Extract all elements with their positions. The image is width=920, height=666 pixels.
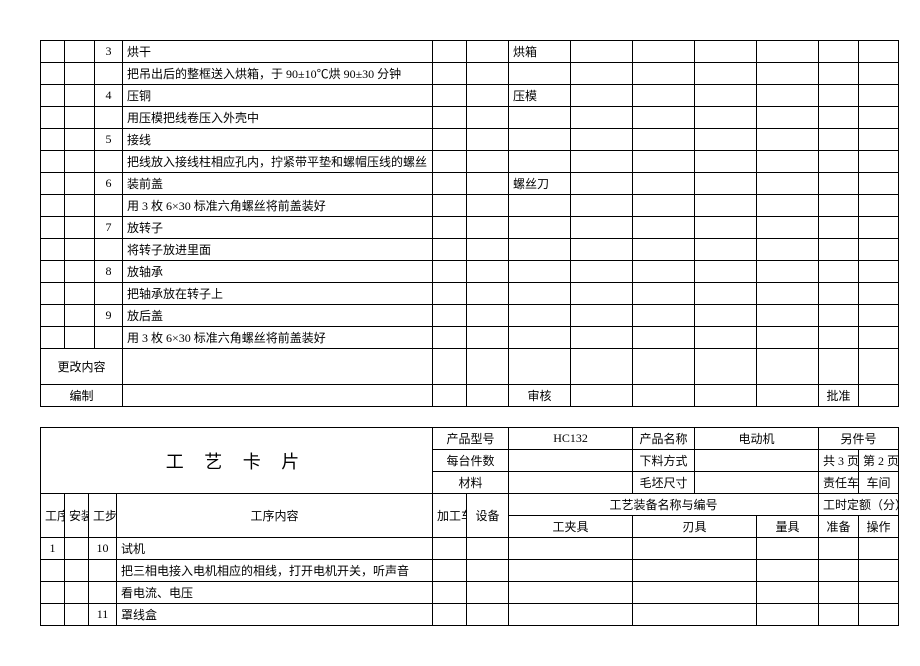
row-desc2: 看电流、电压	[117, 582, 433, 604]
row-seq	[41, 604, 65, 626]
made-by-label: 编制	[41, 385, 123, 407]
approve-label: 批准	[819, 385, 859, 407]
hdr-equip: 设备	[467, 494, 509, 538]
hdr-equip-group: 工艺装备名称与编号	[509, 494, 819, 516]
hdr-resp-workshop: 责任车间	[819, 472, 859, 494]
row-seq: 1	[41, 538, 65, 560]
hdr-page-no: 第 2 页	[859, 450, 899, 472]
hdr-install: 安装	[65, 494, 89, 538]
step-title: 放后盖	[123, 305, 433, 327]
step-title: 装前盖	[123, 173, 433, 195]
row-desc: 把三相电接入电机相应的相线，打开电机开关，听声音	[117, 560, 433, 582]
step-desc: 用 3 枚 6×30 标准六角螺丝将前盖装好	[123, 195, 433, 217]
step-desc: 把吊出后的整框送入烘箱，于 90±10℃烘 90±30 分钟	[123, 63, 433, 85]
hdr-op: 操作	[859, 516, 899, 538]
step-no: 4	[95, 85, 123, 107]
hdr-seq: 工序	[41, 494, 65, 538]
step-desc: 把轴承放在转子上	[123, 283, 433, 305]
step-tool	[509, 261, 571, 283]
step-no: 3	[95, 41, 123, 63]
card-title: 工 艺 卡 片	[41, 428, 433, 494]
step-desc: 用 3 枚 6×30 标准六角螺丝将前盖装好	[123, 327, 433, 349]
step-title: 接线	[123, 129, 433, 151]
hdr-cutter: 刃具	[633, 516, 757, 538]
step-desc: 用压模把线卷压入外壳中	[123, 107, 433, 129]
hdr-content: 工序内容	[117, 494, 433, 538]
hdr-step: 工步	[89, 494, 117, 538]
hdr-product-name: 产品名称	[633, 428, 695, 450]
row-step: 11	[89, 604, 117, 626]
step-title: 压铜	[123, 85, 433, 107]
hdr-gauge: 量具	[757, 516, 819, 538]
hdr-proc-shop: 加工车间	[433, 494, 467, 538]
step-tool	[509, 129, 571, 151]
hdr-prep: 准备	[819, 516, 859, 538]
hdr-fixture: 工夹具	[509, 516, 633, 538]
step-no: 7	[95, 217, 123, 239]
step-no: 6	[95, 173, 123, 195]
row-title: 罩线盒	[117, 604, 433, 626]
step-no: 5	[95, 129, 123, 151]
step-tool	[509, 305, 571, 327]
step-no: 8	[95, 261, 123, 283]
hdr-total-pages: 共 3 页	[819, 450, 859, 472]
step-title: 放转子	[123, 217, 433, 239]
val-product-model: HC132	[509, 428, 633, 450]
hdr-other-part: 另件号	[819, 428, 899, 450]
change-content-label: 更改内容	[41, 349, 123, 385]
process-card-table: 工 艺 卡 片 产品型号 HC132 产品名称 电动机 另件号 每台件数 下料方…	[40, 427, 899, 626]
process-table-top: 3烘干 烘箱把吊出后的整框送入烘箱，于 90±10℃烘 90±30 分钟4压铜 压模…	[40, 40, 899, 407]
row-step: 10	[89, 538, 117, 560]
step-title: 放轴承	[123, 261, 433, 283]
hdr-product-model: 产品型号	[433, 428, 509, 450]
val-product-name: 电动机	[695, 428, 819, 450]
step-tool: 烘箱	[509, 41, 571, 63]
review-label: 审核	[509, 385, 571, 407]
hdr-time-group: 工时定额（分）	[819, 494, 899, 516]
step-tool: 螺丝刀	[509, 173, 571, 195]
hdr-workshop-suffix: 车间	[859, 472, 899, 494]
row-title: 试机	[117, 538, 433, 560]
step-tool	[509, 217, 571, 239]
hdr-blank-size: 毛坯尺寸	[633, 472, 695, 494]
step-tool: 压模	[509, 85, 571, 107]
hdr-material: 材料	[433, 472, 509, 494]
hdr-cutting: 下料方式	[633, 450, 695, 472]
step-title: 烘干	[123, 41, 433, 63]
hdr-per-unit: 每台件数	[433, 450, 509, 472]
step-desc: 把线放入接线柱相应孔内，拧紧带平垫和螺帽压线的螺丝	[123, 151, 433, 173]
step-desc: 将转子放进里面	[123, 239, 433, 261]
step-no: 9	[95, 305, 123, 327]
